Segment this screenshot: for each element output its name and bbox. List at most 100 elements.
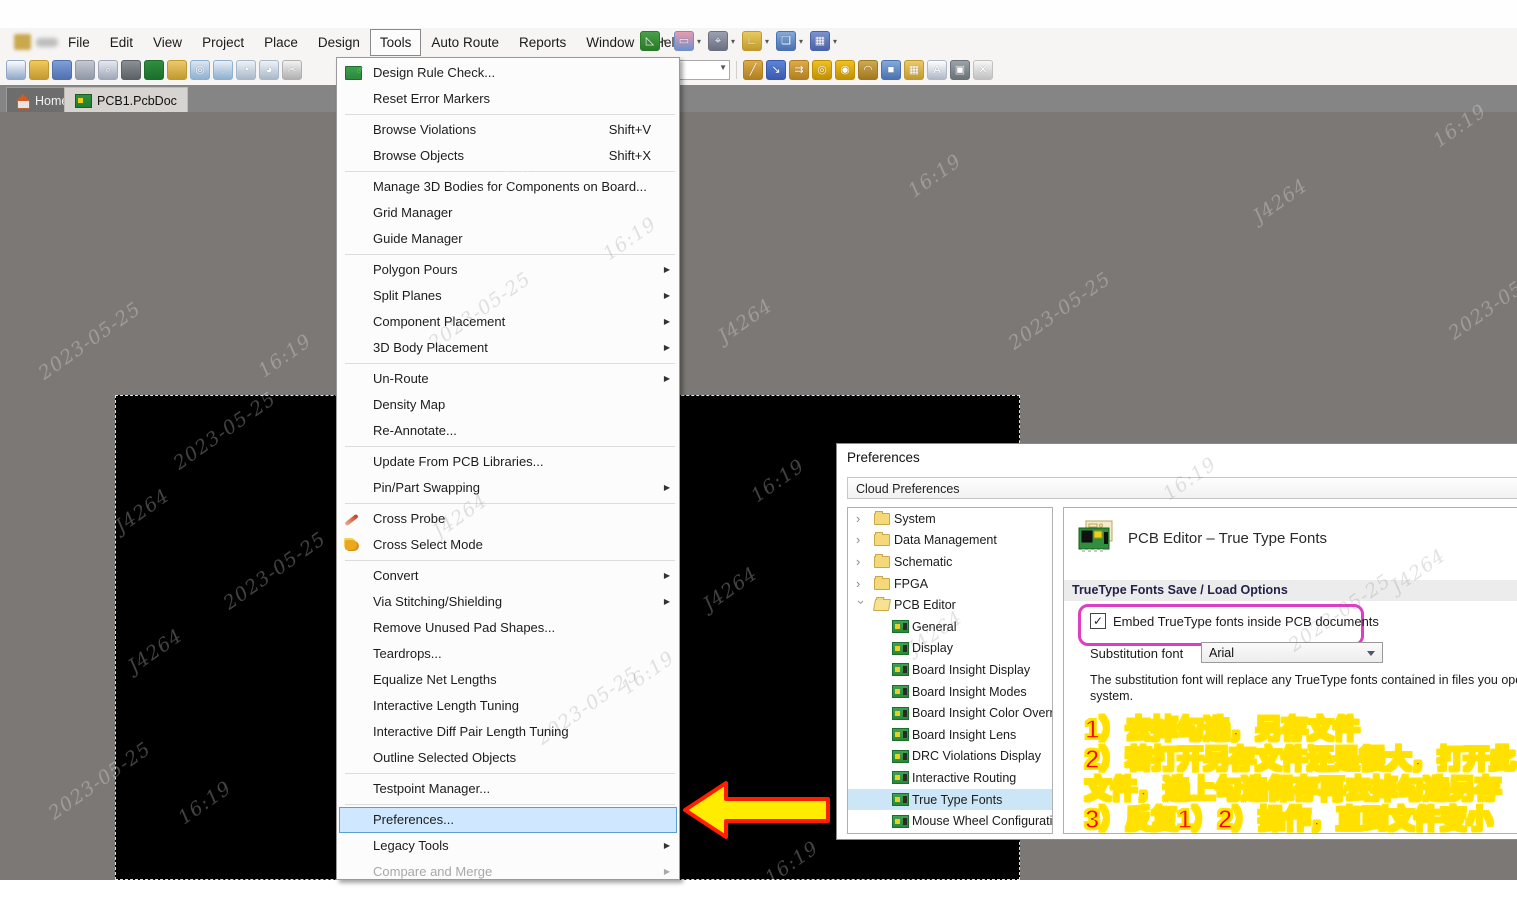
zoom-area-icon[interactable]: ◌	[213, 60, 233, 80]
tools-menu-item-re-annotate[interactable]: Re-Annotate...	[337, 418, 679, 444]
place-via-icon[interactable]: ◉	[835, 60, 855, 80]
tools-menu-item-reset-error-markers[interactable]: Reset Error Markers	[337, 86, 679, 112]
tools-menu-item-equalize-net-lengths[interactable]: Equalize Net Lengths	[337, 667, 679, 693]
tools-menu-item-remove-unused-pad-shapes[interactable]: Remove Unused Pad Shapes...	[337, 615, 679, 641]
tools-menu-item-pin-part-swapping[interactable]: Pin/Part Swapping▶	[337, 475, 679, 501]
tools-menu-item-density-map[interactable]: Density Map	[337, 392, 679, 418]
tree-item-mouse-wheel-configuration[interactable]: Mouse Wheel Configuration	[848, 810, 1052, 832]
zoom-filter-icon[interactable]: ◕	[259, 60, 279, 80]
grid-tools-dropdown-caret[interactable]: ▾	[833, 37, 841, 46]
cloud-preferences-button[interactable]: Cloud Preferences	[847, 477, 1517, 499]
tree-item-display[interactable]: Display	[848, 638, 1052, 660]
tree-item-board-insight-display[interactable]: Board Insight Display	[848, 659, 1052, 681]
find-tools-icon[interactable]: ⌖	[708, 31, 728, 51]
place-arc-icon[interactable]: ◠	[858, 60, 878, 80]
zoom-fit-icon[interactable]: ◎	[190, 60, 210, 80]
menu-place[interactable]: Place	[254, 29, 308, 56]
tools-menu-item-legacy-tools[interactable]: Legacy Tools▶	[337, 833, 679, 859]
diff-pair-routing-icon[interactable]: ⇉	[789, 60, 809, 80]
tree-item-drc-violations-display[interactable]: DRC Violations Display	[848, 746, 1052, 768]
tree-item-true-type-fonts[interactable]: True Type Fonts	[848, 789, 1052, 811]
dimension-tools-dropdown-caret[interactable]: ▾	[765, 37, 773, 46]
tools-menu-item-interactive-length-tuning[interactable]: Interactive Length Tuning	[337, 693, 679, 719]
place-component2-icon[interactable]: ▣	[950, 60, 970, 80]
tools-menu-item-cross-select-mode[interactable]: Cross Select Mode	[337, 532, 679, 558]
menu-view[interactable]: View	[143, 29, 192, 56]
tree-item-system[interactable]: ›System	[848, 508, 1052, 530]
chevron-expanded-icon[interactable]: ›	[856, 600, 866, 610]
tools-menu-item-teardrops[interactable]: Teardrops...	[337, 641, 679, 667]
union-cross-icon[interactable]: ✕	[973, 60, 993, 80]
menu-design[interactable]: Design	[308, 29, 370, 56]
open-document-icon[interactable]	[29, 60, 49, 80]
tools-menu-item-interactive-diff-pair-length-tuning[interactable]: Interactive Diff Pair Length Tuning	[337, 719, 679, 745]
menu-tools[interactable]: Tools	[370, 29, 422, 56]
print-preview-icon[interactable]: ⌕	[98, 60, 118, 80]
place-component-icon[interactable]	[121, 60, 141, 80]
tree-item-interactive-routing[interactable]: Interactive Routing	[848, 767, 1052, 789]
tools-menu-item-outline-selected-objects[interactable]: Outline Selected Objects	[337, 745, 679, 771]
tools-menu-item-guide-manager[interactable]: Guide Manager	[337, 226, 679, 252]
menu-edit[interactable]: Edit	[100, 29, 143, 56]
room-tools-icon[interactable]: ❏	[776, 31, 796, 51]
chevron-collapsed-icon[interactable]: ›	[856, 514, 866, 524]
chevron-collapsed-icon[interactable]: ›	[856, 579, 866, 589]
chevron-collapsed-icon[interactable]: ›	[856, 557, 866, 567]
grid-tools-icon[interactable]: ▦	[810, 31, 830, 51]
menu-window[interactable]: Window	[576, 29, 644, 56]
tree-item-pcb-editor[interactable]: ›PCB Editor	[848, 594, 1052, 616]
tools-menu-item-browse-objects[interactable]: Browse ObjectsShift+X	[337, 143, 679, 169]
tree-item-schematic[interactable]: ›Schematic	[848, 551, 1052, 573]
tree-item-general[interactable]: General	[848, 616, 1052, 638]
new-document-icon[interactable]	[6, 60, 26, 80]
tools-menu-item-testpoint-manager[interactable]: Testpoint Manager...	[337, 776, 679, 802]
alignment-tools-dropdown-caret[interactable]: ▾	[697, 37, 705, 46]
save-icon[interactable]	[52, 60, 72, 80]
tree-item-board-insight-color-override[interactable]: Board Insight Color Override	[848, 702, 1052, 724]
menu-reports[interactable]: Reports	[509, 29, 576, 56]
tools-menu-item-split-planes[interactable]: Split Planes▶	[337, 283, 679, 309]
place-line-icon[interactable]: ╱	[743, 60, 763, 80]
menu-auto-route[interactable]: Auto Route	[421, 29, 509, 56]
tree-item-board-insight-lens[interactable]: Board Insight Lens	[848, 724, 1052, 746]
tools-menu-item-3d-body-placement[interactable]: 3D Body Placement▶	[337, 335, 679, 361]
tree-item-board-insight-modes[interactable]: Board Insight Modes	[848, 681, 1052, 703]
print-icon[interactable]	[75, 60, 95, 80]
interactive-routing-icon[interactable]: ↘	[766, 60, 786, 80]
tools-menu-item-update-from-pcb-libraries[interactable]: Update From PCB Libraries...	[337, 449, 679, 475]
tab-pcb1-pcbdoc[interactable]: PCB1.PcbDoc	[64, 87, 188, 113]
tree-item-data-management[interactable]: ›Data Management	[848, 530, 1052, 552]
zoom-points-icon[interactable]: ◔	[236, 60, 256, 80]
tools-menu-item-manage-3d-bodies-for-components-on-board[interactable]: Manage 3D Bodies for Components on Board…	[337, 174, 679, 200]
find-tools-dropdown-caret[interactable]: ▾	[731, 37, 739, 46]
storage-panel-icon[interactable]	[167, 60, 187, 80]
embed-fonts-checkbox[interactable]: ✓	[1090, 613, 1106, 629]
place-string-icon[interactable]: A	[927, 60, 947, 80]
tools-menu-item-polygon-pours[interactable]: Polygon Pours▶	[337, 257, 679, 283]
place-fill-icon[interactable]: ■	[881, 60, 901, 80]
measure-tools-dropdown-caret[interactable]: ▾	[663, 37, 671, 46]
tools-menu-item-design-rule-check[interactable]: Design Rule Check...	[337, 60, 679, 86]
room-tools-dropdown-caret[interactable]: ▾	[799, 37, 807, 46]
tools-menu-item-component-placement[interactable]: Component Placement▶	[337, 309, 679, 335]
tools-menu-item-un-route[interactable]: Un-Route▶	[337, 366, 679, 392]
tools-menu-item-browse-violations[interactable]: Browse ViolationsShift+V	[337, 117, 679, 143]
cut-icon[interactable]: ✂	[282, 60, 302, 80]
pcb-document-icon[interactable]	[144, 60, 164, 80]
measure-tools-icon[interactable]: ◺	[640, 31, 660, 51]
menu-project[interactable]: Project	[192, 29, 254, 56]
tools-menu-item-cross-probe[interactable]: Cross Probe	[337, 506, 679, 532]
menu-file[interactable]: File	[58, 29, 100, 56]
substitution-font-select[interactable]: Arial	[1201, 642, 1383, 663]
tools-menu-item-preferences[interactable]: Preferences...	[339, 807, 677, 833]
tools-menu-item-convert[interactable]: Convert▶	[337, 563, 679, 589]
place-array-icon[interactable]: ▦	[904, 60, 924, 80]
tree-item-fpga[interactable]: ›FPGA	[848, 573, 1052, 595]
combo-caret-icon[interactable]: ▼	[719, 63, 727, 72]
place-pad-icon[interactable]: ◎	[812, 60, 832, 80]
tools-menu-item-grid-manager[interactable]: Grid Manager	[337, 200, 679, 226]
dimension-tools-icon[interactable]: ∟	[742, 31, 762, 51]
alignment-tools-icon[interactable]: ▭	[674, 31, 694, 51]
tools-menu-item-via-stitching-shielding[interactable]: Via Stitching/Shielding▶	[337, 589, 679, 615]
chevron-collapsed-icon[interactable]: ›	[856, 535, 866, 545]
